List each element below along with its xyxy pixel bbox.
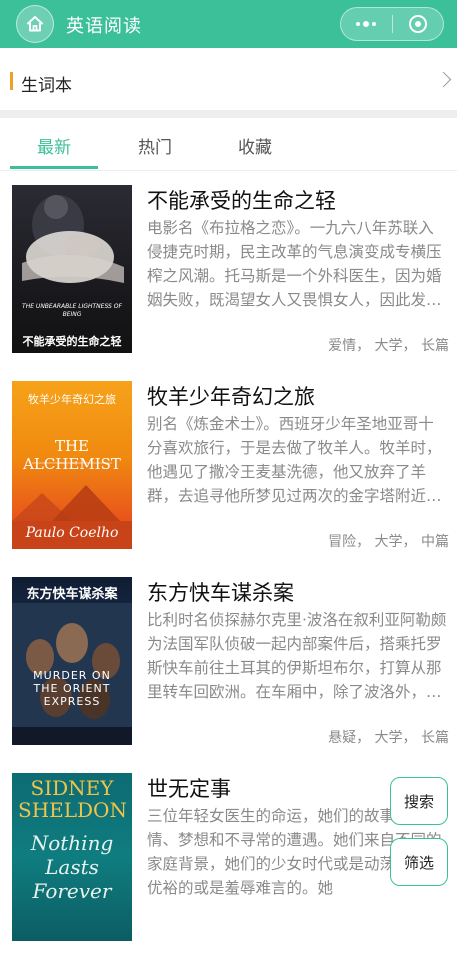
active-tab-indicator xyxy=(10,166,98,169)
tab-latest[interactable]: 最新 xyxy=(37,133,71,158)
section-divider xyxy=(0,110,457,118)
tab-favorites[interactable]: 收藏 xyxy=(238,133,272,158)
book-title: 牧羊少年奇幻之旅 xyxy=(147,385,315,409)
book-description: 别名《炼金术士》。西班牙少年圣地亚哥十分喜欢旅行，于是去做了牧羊人。牧羊时，他遇… xyxy=(147,415,442,505)
vocab-accent-bar xyxy=(10,72,13,90)
book-item[interactable]: 东方快车谋杀案 MURDER ON THE ORIENT EXPRESS 东方快… xyxy=(0,563,457,759)
home-button[interactable] xyxy=(16,5,54,43)
cover-english-title: THE ALCHEMIST xyxy=(23,437,121,473)
book-title: 世无定事 xyxy=(147,777,231,801)
home-icon xyxy=(27,16,43,32)
target-icon xyxy=(408,15,427,33)
cover-chinese-title: 牧羊少年奇幻之旅 xyxy=(28,393,116,406)
chevron-right-icon xyxy=(435,71,452,88)
cover-author: Paulo Coelho xyxy=(25,525,119,541)
book-cover: THE UNBEARABLE LIGHTNESS OF BEING 不能承受的生… xyxy=(12,185,132,353)
cover-author: SIDNEY SHELDON xyxy=(18,776,127,822)
book-item[interactable]: 牧羊少年奇幻之旅 THE ALCHEMIST Paulo Coelho 牧羊少年… xyxy=(0,367,457,563)
book-item[interactable]: SIDNEY SHELDON Nothing Lasts Forever 世无定… xyxy=(0,759,457,955)
close-button[interactable] xyxy=(392,8,443,40)
tab-popular[interactable]: 热门 xyxy=(138,133,172,158)
cover-english-title: Nothing Lasts Forever xyxy=(30,831,114,903)
search-button[interactable]: 搜索 xyxy=(390,777,448,825)
book-cover: SIDNEY SHELDON Nothing Lasts Forever xyxy=(12,773,132,941)
book-title: 不能承受的生命之轻 xyxy=(147,189,336,213)
app-header: 英语阅读 xyxy=(0,0,457,48)
more-button[interactable] xyxy=(341,8,392,40)
tab-bar: 最新 热门 收藏 xyxy=(0,118,457,171)
book-cover: 东方快车谋杀案 MURDER ON THE ORIENT EXPRESS xyxy=(12,577,132,745)
cover-art xyxy=(22,195,124,283)
cover-english-title: THE UNBEARABLE LIGHTNESS OF BEING xyxy=(22,303,122,318)
cover-art xyxy=(12,603,132,745)
book-description: 电影名《布拉格之恋》。一九六八年苏联入侵捷克时期，民主改革的气息演变成专横压榨之… xyxy=(147,219,442,309)
vocab-book-label: 生词本 xyxy=(21,76,72,96)
cover-chinese-title: 不能承受的生命之轻 xyxy=(22,335,122,348)
book-description: 比利时名侦探赫尔克里·波洛在叙利亚阿勒颇为法国军队侦破一起内部案件后，搭乘托罗斯… xyxy=(147,611,447,701)
book-item[interactable]: THE UNBEARABLE LIGHTNESS OF BEING 不能承受的生… xyxy=(0,171,457,367)
more-dots-icon xyxy=(356,21,377,27)
cover-chinese-title: 东方快车谋杀案 xyxy=(26,587,118,602)
filter-button[interactable]: 筛选 xyxy=(390,838,448,886)
app-title: 英语阅读 xyxy=(66,16,142,37)
book-title: 东方快车谋杀案 xyxy=(147,581,294,605)
vocab-book-row[interactable]: 生词本 xyxy=(0,56,457,110)
book-tags: 悬疑， 大学， 长篇 xyxy=(328,730,449,746)
book-tags: 冒险， 大学， 中篇 xyxy=(328,534,449,550)
book-tags: 爱情， 大学， 长篇 xyxy=(328,338,449,354)
cover-english-title: MURDER ON THE ORIENT EXPRESS xyxy=(33,669,111,708)
mini-program-capsule xyxy=(340,7,444,41)
book-cover: 牧羊少年奇幻之旅 THE ALCHEMIST Paulo Coelho xyxy=(12,381,132,549)
